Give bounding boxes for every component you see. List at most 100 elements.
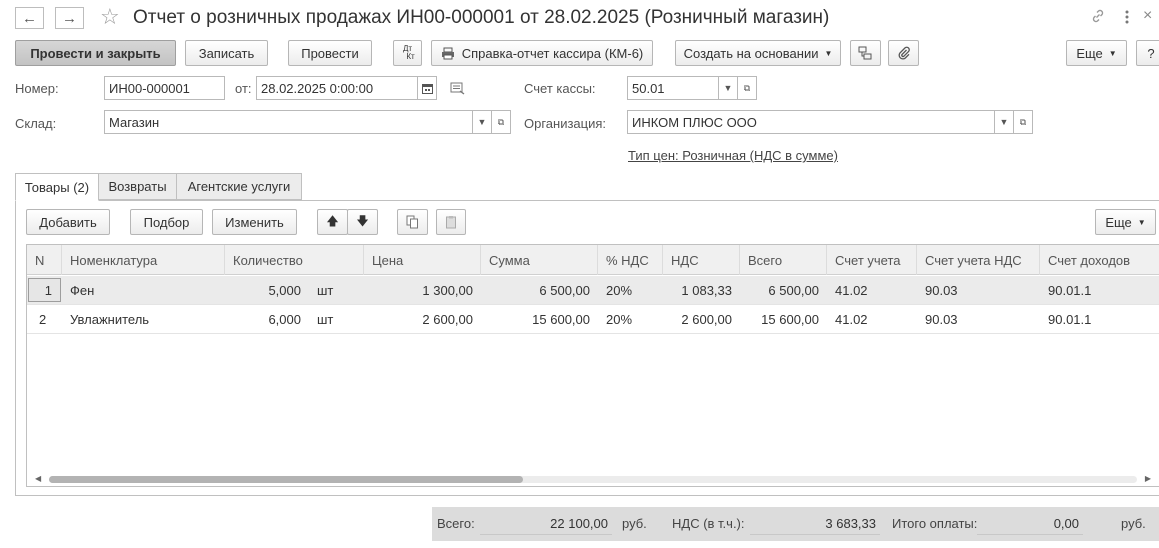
move-down-button[interactable]: 🡇 xyxy=(347,209,378,235)
col-price[interactable]: Цена xyxy=(364,245,481,275)
link-icon[interactable] xyxy=(1090,8,1106,28)
cell-vat[interactable]: 1 083,33 xyxy=(663,276,740,305)
col-income-account[interactable]: Счет доходов xyxy=(1040,245,1159,275)
close-icon[interactable]: × xyxy=(1143,7,1152,25)
add-row-button[interactable]: Добавить xyxy=(26,209,110,235)
more-vertical-icon[interactable] xyxy=(1124,9,1130,29)
table-row[interactable]: 2 Увлажнитель 6,000 шт 2 600,00 15 600,0… xyxy=(27,305,1159,334)
history-icon[interactable] xyxy=(450,82,466,99)
arrow-right-icon: → xyxy=(62,9,77,27)
col-qty[interactable]: Количество xyxy=(225,245,364,275)
organization-open-button[interactable]: ⧉ xyxy=(1013,110,1033,134)
horizontal-scrollbar[interactable]: ◀ ▶ xyxy=(27,472,1159,486)
scroll-right-icon[interactable]: ▶ xyxy=(1145,474,1151,483)
cash-account-dropdown[interactable]: ▼ xyxy=(718,76,738,100)
col-vat[interactable]: НДС xyxy=(663,245,740,275)
cell-income-account[interactable]: 90.01.1 xyxy=(1040,276,1159,305)
favorite-star-icon[interactable]: ☆ xyxy=(100,6,120,28)
cell-income-account[interactable]: 90.01.1 xyxy=(1040,305,1159,334)
cell-price[interactable]: 2 600,00 xyxy=(364,305,481,334)
cashier-report-button[interactable]: Справка-отчет кассира (КМ-6) xyxy=(431,40,653,66)
cell-sum[interactable]: 6 500,00 xyxy=(481,276,598,305)
dt-kt-button[interactable]: Дт Кт xyxy=(393,40,422,66)
calendar-icon xyxy=(421,83,433,94)
col-account[interactable]: Счет учета xyxy=(827,245,917,275)
warehouse-dropdown[interactable]: ▼ xyxy=(472,110,492,134)
cell-vat-account[interactable]: 90.03 xyxy=(917,276,1040,305)
tab-agent-services-label: Агентские услуги xyxy=(187,179,291,194)
arrow-left-icon: ← xyxy=(22,9,37,27)
cash-account-open-button[interactable]: ⧉ xyxy=(737,76,757,100)
tab-goods[interactable]: Товары (2) xyxy=(15,173,99,201)
forward-button[interactable]: → xyxy=(55,7,84,29)
date-field[interactable]: 28.02.2025 0:00:00 xyxy=(256,76,418,100)
cell-price[interactable]: 1 300,00 xyxy=(364,276,481,305)
table-row[interactable]: 1 Фен 5,000 шт 1 300,00 6 500,00 20% 1 0… xyxy=(27,276,1159,305)
calendar-button[interactable] xyxy=(417,76,437,100)
cell-sum[interactable]: 15 600,00 xyxy=(481,305,598,334)
printer-icon xyxy=(441,47,455,60)
arrow-up-icon: 🡅 xyxy=(326,213,339,228)
cell-account[interactable]: 41.02 xyxy=(827,276,917,305)
attach-button[interactable] xyxy=(888,40,919,66)
cell-name[interactable]: Увлажнитель xyxy=(62,305,225,334)
cell-vat-account[interactable]: 90.03 xyxy=(917,305,1040,334)
cell-unit[interactable]: шт xyxy=(309,305,364,334)
chevron-down-icon: ▼ xyxy=(477,117,487,127)
copy-button[interactable] xyxy=(397,209,428,235)
cell-qty[interactable]: 5,000 xyxy=(225,276,309,305)
cell-name[interactable]: Фен xyxy=(62,276,225,305)
page-title: Отчет о розничных продажах ИН00-000001 о… xyxy=(133,7,830,28)
help-button[interactable]: ? xyxy=(1136,40,1159,66)
back-button[interactable]: ← xyxy=(15,7,44,29)
total-label: Всего: xyxy=(437,516,475,531)
chevron-down-icon: ▼ xyxy=(1137,217,1146,227)
cash-account-field[interactable]: 50.01 xyxy=(627,76,719,100)
row-number: 1 xyxy=(28,278,61,302)
scroll-left-icon[interactable]: ◀ xyxy=(35,474,41,483)
scroll-thumb[interactable] xyxy=(49,476,523,483)
paste-button[interactable] xyxy=(436,209,466,235)
col-vat-rate[interactable]: % НДС xyxy=(598,245,663,275)
currency-label: руб. xyxy=(622,516,647,531)
create-based-on-button[interactable]: Создать на основании ▼ xyxy=(675,40,841,66)
col-total[interactable]: Всего xyxy=(740,245,827,275)
goods-table[interactable]: N Номенклатура Количество Цена Сумма % Н… xyxy=(26,244,1159,487)
col-vat-account[interactable]: Счет учета НДС xyxy=(917,245,1040,275)
post-button[interactable]: Провести xyxy=(288,40,372,66)
save-button[interactable]: Записать xyxy=(185,40,268,66)
cell-qty[interactable]: 6,000 xyxy=(225,305,309,334)
post-and-close-button[interactable]: Провести и закрыть xyxy=(15,40,176,66)
structure-button[interactable] xyxy=(850,40,881,66)
change-button[interactable]: Изменить xyxy=(212,209,297,235)
more-button[interactable]: Еще ▼ xyxy=(1066,40,1127,66)
tab-returns[interactable]: Возвраты xyxy=(98,173,177,200)
move-up-button[interactable]: 🡅 xyxy=(317,209,348,235)
paid-total-label: Итого оплаты: xyxy=(892,516,978,531)
kt-label: Кт xyxy=(406,52,415,61)
warehouse-field[interactable]: Магазин xyxy=(104,110,473,134)
table-more-button[interactable]: Еще ▼ xyxy=(1095,209,1156,235)
cell-vat[interactable]: 2 600,00 xyxy=(663,305,740,334)
cell-account[interactable]: 41.02 xyxy=(827,305,917,334)
cell-vat-rate[interactable]: 20% xyxy=(598,305,663,334)
number-field[interactable]: ИН00-000001 xyxy=(104,76,225,100)
cell-vat-rate[interactable]: 20% xyxy=(598,276,663,305)
open-window-icon: ⧉ xyxy=(743,82,751,93)
warehouse-open-button[interactable]: ⧉ xyxy=(491,110,511,134)
currency-label: руб. xyxy=(1121,516,1146,531)
col-sum[interactable]: Сумма xyxy=(481,245,598,275)
cell-total[interactable]: 6 500,00 xyxy=(740,276,827,305)
cell-unit[interactable]: шт xyxy=(309,276,364,305)
col-name[interactable]: Номенклатура xyxy=(62,245,225,275)
tab-goods-label: Товары (2) xyxy=(24,179,90,195)
price-type-link[interactable]: Тип цен: Розничная (НДС в сумме) xyxy=(628,148,838,163)
col-n[interactable]: N xyxy=(27,245,62,275)
pick-button[interactable]: Подбор xyxy=(130,209,203,235)
organization-field[interactable]: ИНКОМ ПЛЮС ООО xyxy=(627,110,995,134)
chevron-down-icon: ▼ xyxy=(824,48,833,58)
cell-total[interactable]: 15 600,00 xyxy=(740,305,827,334)
tab-agent-services[interactable]: Агентские услуги xyxy=(176,173,302,200)
organization-dropdown[interactable]: ▼ xyxy=(994,110,1014,134)
total-value: 22 100,00 xyxy=(480,511,612,535)
